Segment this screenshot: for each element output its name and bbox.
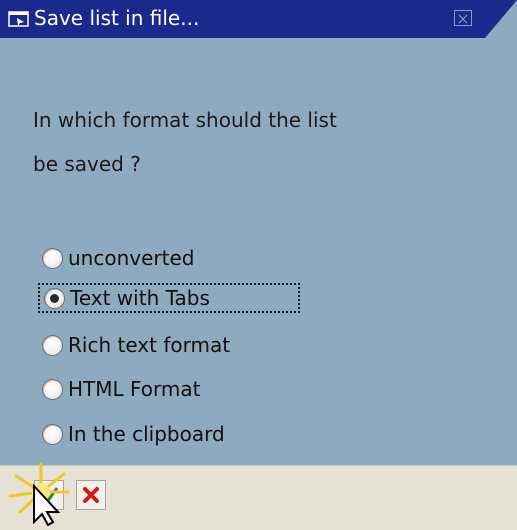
radio-button[interactable] bbox=[42, 334, 63, 356]
click-highlight-cursor-icon bbox=[8, 462, 70, 526]
window-title: Save list in file... bbox=[34, 6, 200, 30]
radio-option-unconverted[interactable]: unconverted bbox=[42, 243, 304, 273]
prompt-text: In which format should the list be saved… bbox=[33, 98, 413, 186]
prompt-line-1: In which format should the list bbox=[33, 108, 337, 132]
radio-label: Text with Tabs bbox=[70, 286, 210, 310]
radio-button[interactable] bbox=[42, 423, 63, 445]
radio-option-html-format[interactable]: HTML Format bbox=[42, 374, 304, 404]
radio-option-in-the-clipboard[interactable]: In the clipboard bbox=[42, 419, 304, 449]
radio-button-selected[interactable] bbox=[44, 287, 65, 309]
radio-label: Rich text format bbox=[68, 333, 231, 357]
save-list-dialog: Save list in file... In which format sho… bbox=[0, 0, 517, 530]
radio-label: In the clipboard bbox=[68, 422, 225, 446]
radio-button[interactable] bbox=[42, 247, 63, 269]
radio-option-text-with-tabs[interactable]: Text with Tabs bbox=[38, 283, 300, 313]
red-x-icon bbox=[83, 487, 99, 503]
radio-label: unconverted bbox=[68, 246, 195, 270]
prompt-line-2: be saved ? bbox=[33, 152, 141, 176]
dialog-toolbar bbox=[0, 465, 517, 530]
window-pointer-icon bbox=[8, 11, 29, 27]
title-bar: Save list in file... bbox=[0, 0, 517, 38]
radio-label: HTML Format bbox=[68, 377, 201, 401]
close-icon[interactable] bbox=[454, 10, 472, 26]
cancel-button[interactable] bbox=[76, 480, 106, 510]
radio-option-rich-text-format[interactable]: Rich text format bbox=[42, 330, 304, 360]
radio-button[interactable] bbox=[42, 378, 63, 400]
